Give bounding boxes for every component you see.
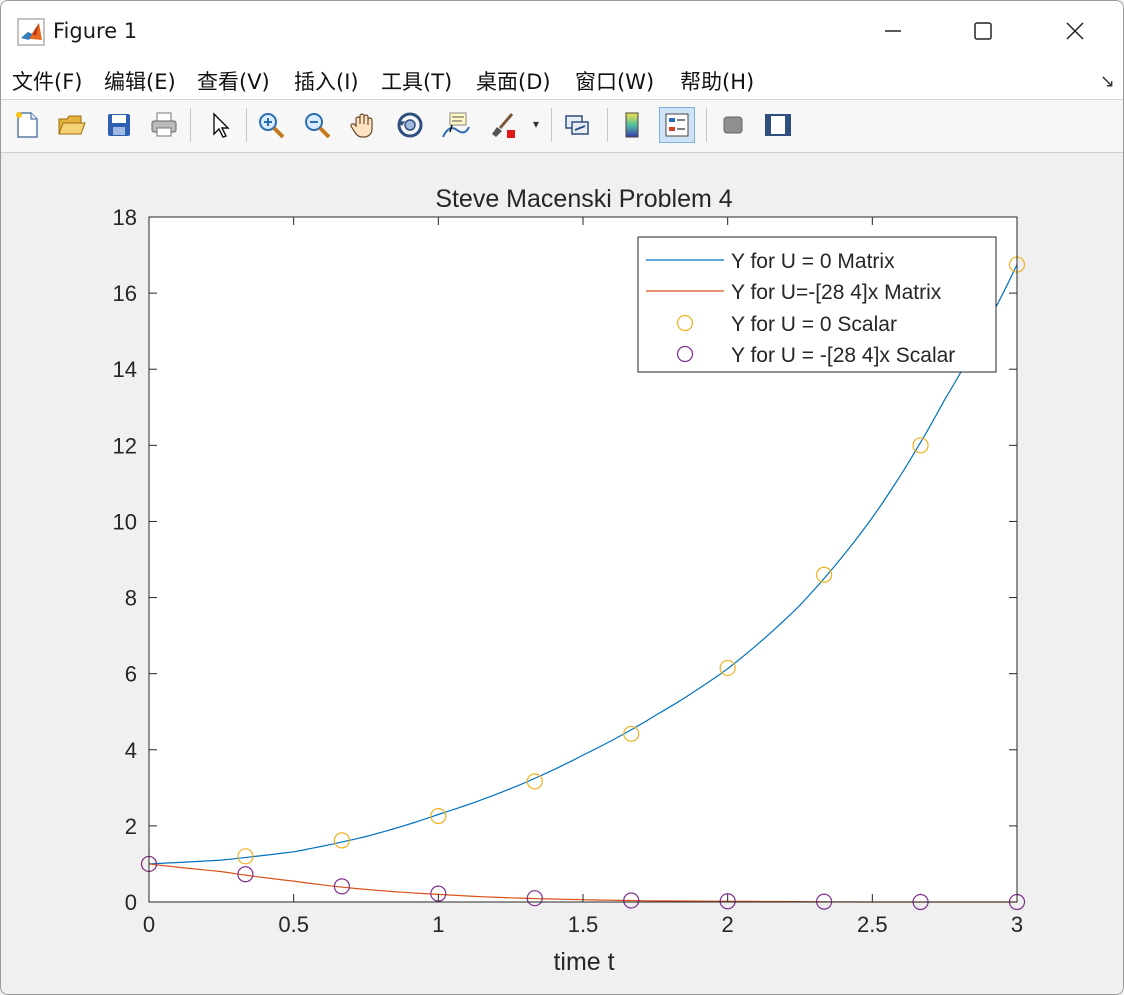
y-tick-label: 4 <box>125 738 137 763</box>
print-button[interactable] <box>146 107 182 143</box>
legend-entry-label: Y for U=-[28 4]x Matrix <box>731 281 942 304</box>
open-file-button[interactable] <box>53 107 89 143</box>
dock-arrow-icon[interactable]: ↘ <box>1100 71 1115 92</box>
link-plot-button[interactable] <box>559 107 595 143</box>
menu-bar: 文件(F) 编辑(E) 查看(V) 插入(I) 工具(T) 桌面(D) 窗口(W… <box>1 61 1123 100</box>
select-pointer-button[interactable] <box>202 107 238 143</box>
brush-button[interactable] <box>485 107 521 143</box>
x-tick-label: 3 <box>1011 912 1023 937</box>
y-tick-label: 0 <box>125 890 137 915</box>
menu-window[interactable]: 窗口(W) <box>573 66 656 96</box>
x-axis-label: time t <box>553 948 614 976</box>
x-tick-label: 0 <box>143 912 155 937</box>
close-button[interactable] <box>1029 1 1121 61</box>
new-figure-button[interactable] <box>9 107 45 143</box>
toolbar-separator <box>607 108 608 142</box>
maximize-icon <box>974 22 992 40</box>
menu-desktop[interactable]: 桌面(D) <box>474 66 553 96</box>
zoom-in-button[interactable] <box>253 107 289 143</box>
brush-dropdown-icon[interactable]: ▾ <box>533 117 539 131</box>
y-tick-label: 16 <box>113 281 137 306</box>
menu-insert[interactable]: 插入(I) <box>292 66 361 96</box>
y-tick-label: 10 <box>113 509 137 534</box>
print-icon <box>151 112 177 137</box>
select-pointer-icon <box>213 112 230 138</box>
x-tick-label: 2.5 <box>857 912 888 937</box>
window-title: Figure 1 <box>53 19 138 43</box>
legend-entry-label: Y for U = 0 Scalar <box>731 313 897 336</box>
zoom-in-icon <box>259 113 285 139</box>
rotate-3d-button[interactable] <box>392 107 428 143</box>
y-tick-label: 18 <box>113 205 137 230</box>
menu-edit[interactable]: 编辑(E) <box>102 66 178 96</box>
x-tick-label: 2 <box>722 912 734 937</box>
close-icon <box>1066 22 1084 40</box>
y-tick-label: 6 <box>125 662 137 687</box>
minimize-icon <box>885 30 901 32</box>
colorbar-button[interactable] <box>614 107 650 143</box>
x-tick-label: 1.5 <box>568 912 599 937</box>
y-tick-label: 12 <box>113 433 137 458</box>
y-tick-label: 2 <box>125 814 137 839</box>
zoom-out-button[interactable] <box>299 107 335 143</box>
figure-toolbar: ▾ <box>1 100 1123 153</box>
menu-view[interactable]: 查看(V) <box>195 66 272 96</box>
figure-canvas: 0 0.5 1 1.5 2 2.5 3 0 2 4 6 8 10 12 14 16 18 Steve Macens… <box>1 153 1123 994</box>
toolbar-separator <box>190 108 191 142</box>
hide-plot-tools-button[interactable] <box>715 107 751 143</box>
new-figure-icon <box>16 112 38 138</box>
toolbar-separator <box>706 108 707 142</box>
menu-file[interactable]: 文件(F) <box>10 66 84 96</box>
show-plot-tools-icon <box>765 114 791 136</box>
legend-entry-label: Y for U = 0 Matrix <box>731 250 895 273</box>
save-icon <box>108 114 130 136</box>
figure-window: Figure 1 文件(F) 编辑(E) 查看(V) 插入(I) 工具(T) 桌… <box>0 0 1124 995</box>
open-file-icon <box>58 115 86 135</box>
link-plot-icon <box>565 115 589 135</box>
toolbar-separator <box>551 108 552 142</box>
legend-button[interactable] <box>659 107 695 143</box>
matlab-logo-icon <box>17 18 45 46</box>
maximize-button[interactable] <box>937 1 1029 61</box>
minimize-button[interactable] <box>847 1 939 61</box>
data-cursor-button[interactable] <box>437 107 473 143</box>
brush-icon <box>492 113 515 138</box>
menu-help[interactable]: 帮助(H) <box>678 66 756 96</box>
show-plot-tools-button[interactable] <box>760 107 796 143</box>
y-tick-label: 8 <box>125 586 137 611</box>
x-tick-label: 0.5 <box>278 912 309 937</box>
zoom-out-icon <box>305 113 331 139</box>
toolbar-separator <box>246 108 247 142</box>
menu-tools[interactable]: 工具(T) <box>379 66 454 96</box>
save-button[interactable] <box>101 107 137 143</box>
line-chart[interactable]: 0 0.5 1 1.5 2 2.5 3 0 2 4 6 8 10 12 14 16 18 Steve Macens… <box>1 153 1123 994</box>
legend-entry-label: Y for U = -[28 4]x Scalar <box>731 344 955 367</box>
pan-hand-icon <box>350 113 373 138</box>
data-cursor-icon <box>442 112 470 138</box>
colorbar-icon <box>625 112 639 138</box>
pan-button[interactable] <box>345 107 381 143</box>
rotate-3d-icon <box>397 112 423 138</box>
hide-plot-tools-icon <box>723 116 743 134</box>
title-bar[interactable]: Figure 1 <box>1 1 1123 61</box>
legend-icon <box>665 113 689 137</box>
y-tick-label: 14 <box>113 357 137 382</box>
x-tick-label: 1 <box>432 912 444 937</box>
chart-title: Steve Macenski Problem 4 <box>435 185 732 213</box>
